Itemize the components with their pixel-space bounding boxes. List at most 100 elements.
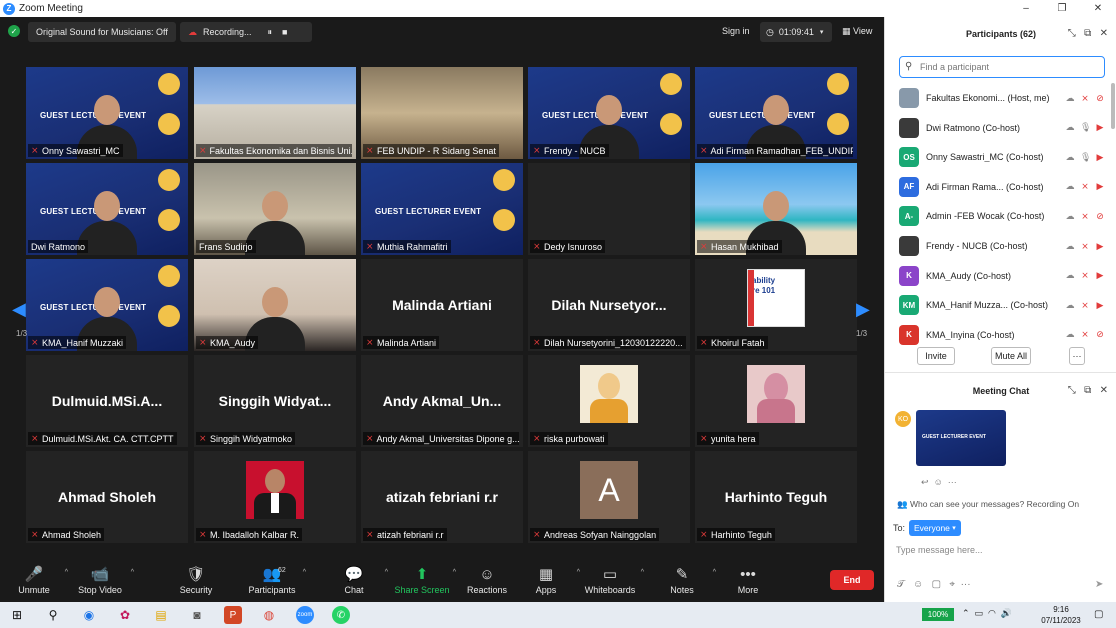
more-icon[interactable]: ··· — [961, 579, 971, 590]
notes-button[interactable]: ✎ Notes ^ — [650, 565, 716, 595]
video-tile[interactable]: Frans Sudirjo — [194, 163, 356, 255]
reactions-button[interactable]: ☺ Reactions — [455, 565, 519, 595]
security-button[interactable]: 🛡 Security — [164, 565, 228, 595]
share-screen-button[interactable]: ⬆ Share Screen ^ — [390, 565, 456, 595]
collapse-icon[interactable]: ⤡ — [1068, 385, 1076, 396]
maximize-button[interactable]: ❐ — [1048, 0, 1076, 17]
whiteboards-button[interactable]: ▭ Whiteboards ^ — [578, 565, 644, 595]
search-icon[interactable]: ⚲ — [44, 606, 62, 624]
video-tile[interactable]: Harhinto Teguh ⨯ Harhinto Teguh — [695, 451, 857, 543]
video-tile[interactable]: A ⨯ Andreas Sofyan Nainggolan — [528, 451, 690, 543]
video-on-icon[interactable]: ▶ — [1095, 152, 1105, 163]
chat-visibility-notice[interactable]: 👥 Who can see your messages? Recording O… — [897, 499, 1079, 510]
video-tile[interactable]: Malinda Artiani ⨯ Malinda Artiani — [361, 259, 523, 351]
end-meeting-button[interactable]: End — [830, 570, 874, 590]
participants-more-button[interactable]: ··· — [1069, 347, 1085, 365]
file-icon[interactable]: ▢ — [932, 579, 941, 590]
whatsapp-icon[interactable]: ✆ — [332, 606, 350, 624]
video-on-icon[interactable]: ▶ — [1095, 300, 1105, 311]
camera-icon[interactable]: ◙ — [188, 606, 206, 624]
tray-icons[interactable]: ⌃ ▭ ◠ 🔊 — [962, 608, 1012, 619]
collapse-icon[interactable]: ⤡ — [1068, 28, 1076, 39]
caret-up-icon[interactable]: ^ — [131, 569, 134, 576]
video-tile[interactable]: GUEST LECTURER EVENT ⨯ Adi Firman Ramadhan… — [695, 67, 857, 159]
meeting-timer[interactable]: ◷ 01:09:41 ▾ — [760, 22, 832, 42]
chat-image-attachment[interactable]: GUEST LECTURER EVENT — [916, 410, 1006, 466]
chat-recipient-select[interactable]: Everyone ▾ — [909, 520, 961, 536]
shield-check-icon[interactable]: ✓ — [8, 25, 20, 37]
minimize-button[interactable]: – — [1012, 0, 1040, 17]
close-icon[interactable]: ✕ — [1100, 385, 1108, 396]
video-tile[interactable]: ⨯ Fakultas Ekonomika dan Bisnis Uni... — [194, 67, 356, 159]
video-tile[interactable]: GUEST LECTURER EVENT Dwi Ratmono — [26, 163, 188, 255]
video-tile[interactable]: ability re 101 ⨯ Khoirul Fatah — [695, 259, 857, 351]
mic-muted-icon[interactable]: ⨯ — [1080, 300, 1090, 311]
reply-icon[interactable]: ↩ — [921, 477, 929, 487]
close-button[interactable]: ✕ — [1084, 0, 1112, 17]
participant-search-input[interactable]: ⚲ Find a participant — [899, 56, 1105, 78]
more-button[interactable]: ••• More — [716, 565, 780, 595]
video-tile[interactable]: ⨯ M. Ibadalloh Kalbar R. — [194, 451, 356, 543]
original-sound-button[interactable]: Original Sound for Musicians: Off — [28, 22, 176, 42]
mic-on-icon[interactable]: 🎙 — [1080, 152, 1091, 163]
view-button[interactable]: ▦ View — [842, 26, 872, 37]
file-explorer-icon[interactable]: ▤ — [152, 606, 170, 624]
notification-icon[interactable]: ▢ — [1094, 609, 1103, 620]
close-icon[interactable]: ✕ — [1100, 28, 1108, 39]
powerpoint-icon[interactable]: P — [224, 606, 242, 624]
popout-icon[interactable]: ⧉ — [1084, 385, 1091, 396]
chat-button[interactable]: 💬 Chat ^ — [322, 565, 388, 595]
edge-browser-icon[interactable]: ◉ — [80, 606, 98, 624]
video-tile[interactable]: Dilah Nursetyor... ⨯ Dilah Nursetyorini_12… — [528, 259, 690, 351]
caret-up-icon[interactable]: ^ — [641, 569, 644, 576]
caret-up-icon[interactable]: ^ — [385, 569, 388, 576]
taskbar-clock[interactable]: 9:16 07/11/2023 — [1036, 604, 1086, 626]
mute-all-button[interactable]: Mute All — [991, 347, 1031, 365]
paint-icon[interactable]: ✿ — [116, 606, 134, 624]
format-icon[interactable]: 𝒯 — [897, 579, 905, 590]
video-on-icon[interactable]: ▶ — [1095, 270, 1105, 281]
zoom-app-icon[interactable]: zoom — [296, 606, 314, 624]
video-tile[interactable]: GUEST LECTURER EVENT ⨯ Onny Sawastri_MC — [26, 67, 188, 159]
video-tile[interactable]: GUEST LECTURER EVENT ⨯ Muthia Rahmafitri — [361, 163, 523, 255]
video-on-icon[interactable]: ▶ — [1095, 241, 1105, 252]
participant-row[interactable]: OS Onny Sawastri_MC (Co-host) ☁ 🎙 ▶ — [899, 146, 1105, 168]
video-tile[interactable]: ⨯ Dedy Isnuroso — [528, 163, 690, 255]
participants-button[interactable]: 👥 Participants ^ 62 — [240, 565, 306, 595]
video-off-icon[interactable]: ⊘ — [1095, 93, 1105, 104]
video-on-icon[interactable]: ▶ — [1095, 122, 1105, 133]
participant-row[interactable]: KM KMA_Hanif Muzza... (Co-host) ☁ ⨯ ▶ — [899, 294, 1105, 316]
mic-muted-icon[interactable]: ⨯ — [1080, 270, 1090, 281]
pause-recording-button[interactable]: ⏸ — [268, 27, 273, 38]
participant-row[interactable]: K KMA_Inyina (Co-host) ☁ ⨯ ⊘ — [899, 324, 1105, 346]
participant-row[interactable]: K KMA_Audy (Co-host) ☁ ⨯ ▶ — [899, 265, 1105, 287]
video-tile[interactable]: ⨯ KMA_Audy — [194, 259, 356, 351]
next-page-arrow[interactable]: ▶ — [856, 299, 870, 320]
video-tile[interactable]: ⨯ FEB UNDIP - R Sidang Senat — [361, 67, 523, 159]
prev-page-arrow[interactable]: ◀ — [12, 299, 26, 320]
video-tile[interactable]: Andy Akmal_Un... ⨯ Andy Akmal_Universitas … — [361, 355, 523, 447]
participant-row[interactable]: A- Admin -FEB Wocak (Co-host) ☁ ⨯ ⊘ — [899, 205, 1105, 227]
chat-message-input[interactable]: Type message here... — [896, 545, 983, 555]
participant-row[interactable]: Fakultas Ekonomi... (Host, me) ☁ ⨯ ⊘ — [899, 87, 1105, 109]
video-tile[interactable]: Ahmad Sholeh ⨯ Ahmad Sholeh — [26, 451, 188, 543]
unmute-button[interactable]: 🎤 Unmute ^ — [2, 565, 68, 595]
video-off-icon[interactable]: ⊘ — [1095, 211, 1105, 222]
participant-list-scrollbar[interactable] — [1111, 83, 1115, 129]
mic-muted-icon[interactable]: ⨯ — [1080, 329, 1090, 340]
mic-muted-icon[interactable]: ⨯ — [1080, 241, 1090, 252]
more-icon[interactable]: ··· — [948, 477, 957, 487]
popout-icon[interactable]: ⧉ — [1084, 28, 1091, 39]
screenshot-icon[interactable]: ⌖ — [949, 579, 955, 590]
video-tile[interactable]: Singgih Widyat... ⨯ Singgih Widyatmoko — [194, 355, 356, 447]
stop-recording-button[interactable]: ■ — [282, 27, 287, 37]
mic-muted-icon[interactable]: ⨯ — [1080, 93, 1090, 104]
participant-row[interactable]: AF Adi Firman Rama... (Co-host) ☁ ⨯ ▶ — [899, 176, 1105, 198]
mic-muted-icon[interactable]: ⨯ — [1080, 181, 1090, 192]
send-icon[interactable]: ➤ — [1095, 579, 1103, 590]
participant-row[interactable]: Dwi Ratmono (Co-host) ☁ 🎙 ▶ — [899, 117, 1105, 139]
emoji-icon[interactable]: ☺ — [913, 579, 923, 590]
invite-button[interactable]: Invite — [917, 347, 955, 365]
video-tile[interactable]: atizah febriani r.r ⨯ atizah febriani r.r — [361, 451, 523, 543]
participant-row[interactable]: Frendy - NUCB (Co-host) ☁ ⨯ ▶ — [899, 235, 1105, 257]
